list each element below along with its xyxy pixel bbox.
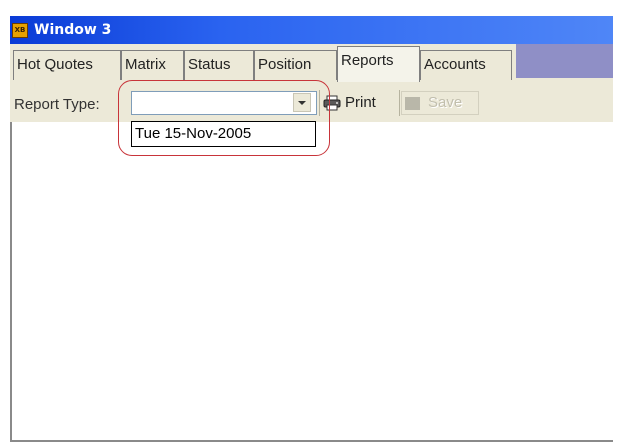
report-content-area (10, 122, 613, 442)
report-type-select[interactable] (131, 91, 317, 115)
print-label: Print (345, 94, 376, 111)
tab-hot-quotes[interactable]: Hot Quotes (13, 50, 121, 80)
report-window: XB Window 3 Hot Quotes Matrix Status Pos… (0, 0, 623, 448)
tab-reports[interactable]: Reports (337, 46, 420, 82)
content-border (10, 440, 613, 442)
printer-icon (323, 95, 341, 111)
chevron-down-icon[interactable] (293, 93, 311, 112)
tab-matrix[interactable]: Matrix (121, 50, 184, 80)
save-label: Save (428, 94, 463, 111)
content-border (10, 122, 12, 442)
tab-position[interactable]: Position (254, 50, 337, 80)
report-type-dropdown-list: Tue 15-Nov-2005 (131, 121, 316, 147)
window-title: Window 3 (34, 22, 112, 38)
tab-strip-empty-area (516, 44, 613, 78)
tab-accounts[interactable]: Accounts (420, 50, 512, 80)
report-type-label: Report Type: (14, 96, 100, 113)
toolbar-separator (399, 90, 400, 116)
dropdown-option[interactable]: Tue 15-Nov-2005 (135, 124, 251, 144)
tab-status[interactable]: Status (184, 50, 254, 80)
app-logo-icon: XB (12, 23, 28, 38)
disk-icon (405, 97, 420, 110)
